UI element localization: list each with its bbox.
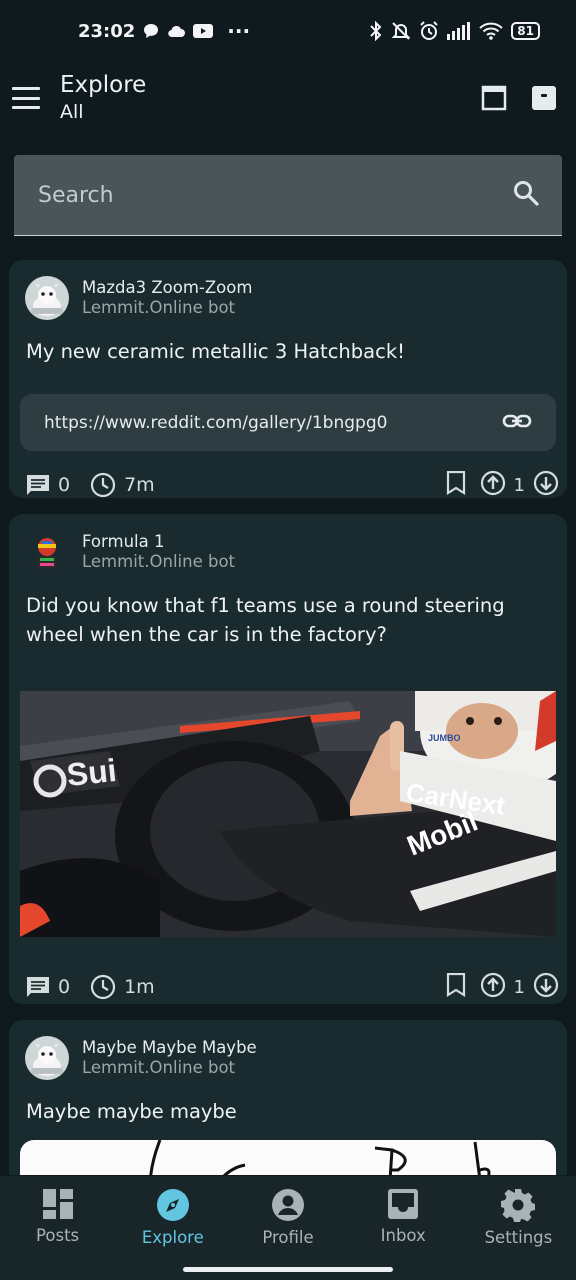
comment-count: 0 (58, 976, 71, 998)
search-input[interactable] (38, 182, 512, 208)
profile-icon (272, 1189, 304, 1221)
bookmark-icon[interactable] (446, 470, 466, 499)
post-link[interactable]: https://www.reddit.com/gallery/1bngpg0 (20, 394, 556, 451)
search-icon[interactable] (512, 179, 540, 211)
cloud-icon (167, 24, 186, 38)
post-author[interactable]: Lemmit.Online bot (82, 1058, 257, 1078)
community-name[interactable]: Formula 1 (82, 532, 235, 552)
page-title: Explore (60, 72, 147, 98)
view-mode-icon[interactable] (480, 84, 508, 112)
score: 1 (513, 474, 525, 496)
nav-inbox[interactable]: Inbox (346, 1176, 461, 1280)
nav-settings[interactable]: Settings (461, 1176, 576, 1280)
post-age-text: 1m (124, 976, 155, 998)
nav-label: Posts (36, 1226, 80, 1245)
comment-icon (27, 475, 49, 495)
post-feed[interactable]: Mazda3 Zoom-Zoom Lemmit.Online bot My ne… (9, 260, 567, 1175)
nav-label: Profile (262, 1228, 314, 1247)
nav-explore[interactable]: Explore (115, 1176, 230, 1280)
nav-profile[interactable]: Profile (230, 1176, 345, 1280)
downvote-icon[interactable] (533, 972, 559, 1002)
compass-icon (156, 1189, 189, 1221)
nav-label: Settings (484, 1228, 553, 1247)
status-time: 23:02 (78, 20, 136, 42)
community-name[interactable]: Maybe Maybe Maybe (82, 1038, 257, 1058)
alarm-icon (419, 21, 439, 41)
post-card[interactable]: Formula 1 Lemmit.Online bot Did you know… (9, 514, 567, 1004)
clock-icon (90, 974, 116, 1000)
post-author[interactable]: Lemmit.Online bot (82, 298, 252, 318)
wifi-icon (479, 22, 503, 40)
bottom-navigation: Posts Explore Profile Inbox Settings (0, 1176, 576, 1280)
nav-label: Explore (141, 1228, 204, 1247)
community-name[interactable]: Mazda3 Zoom-Zoom (82, 278, 252, 298)
upvote-icon[interactable] (480, 972, 506, 1002)
page-subtitle[interactable]: All (60, 99, 146, 125)
status-more: ··· (227, 19, 251, 43)
gesture-bar[interactable] (183, 1267, 393, 1272)
menu-icon[interactable] (12, 87, 40, 109)
nav-label: Inbox (380, 1226, 426, 1245)
status-bar: 23:02 ··· 81 (0, 0, 576, 62)
score: 1 (513, 976, 525, 998)
community-avatar[interactable] (25, 276, 69, 320)
downvote-icon[interactable] (533, 470, 559, 500)
youtube-icon (193, 24, 214, 38)
comment-count: 0 (58, 474, 71, 496)
helmet-brand-text: JUMBO (428, 733, 461, 743)
post-image[interactable]: Sui CarNext Mobil JUMBO (20, 691, 556, 937)
comments-button[interactable]: 0 (26, 976, 70, 998)
post-age-text: 7m (124, 474, 155, 496)
bookmark-icon[interactable] (446, 972, 466, 1001)
app-bar: Explore All (0, 62, 576, 134)
mute-bell-icon (391, 21, 411, 41)
comments-button[interactable]: 0 (26, 474, 70, 496)
search-field[interactable] (14, 155, 562, 236)
post-title[interactable]: Maybe maybe maybe (9, 1097, 567, 1126)
chat-bubble-icon (143, 23, 159, 39)
gear-icon (501, 1189, 536, 1222)
nav-posts[interactable]: Posts (0, 1176, 115, 1280)
upvote-icon[interactable] (480, 470, 506, 500)
post-title[interactable]: Did you know that f1 teams use a round s… (9, 591, 567, 651)
post-age: 7m (90, 472, 155, 498)
community-avatar[interactable] (25, 1036, 69, 1080)
inbox-icon (388, 1189, 419, 1219)
battery-indicator: 81 (511, 22, 540, 40)
sort-icon[interactable] (530, 84, 558, 112)
post-card[interactable]: Maybe Maybe Maybe Lemmit.Online bot Mayb… (9, 1020, 567, 1175)
post-author[interactable]: Lemmit.Online bot (82, 552, 235, 572)
posts-icon (42, 1189, 73, 1219)
comment-icon (27, 977, 49, 997)
community-avatar[interactable] (25, 530, 69, 574)
bluetooth-icon (369, 21, 383, 41)
post-title[interactable]: My new ceramic metallic 3 Hatchback! (9, 337, 567, 380)
signal-icon (447, 22, 471, 40)
link-icon (502, 412, 532, 434)
clock-icon (90, 472, 116, 498)
post-age: 1m (90, 974, 155, 1000)
sponsor-logo-text: Sui (65, 752, 118, 793)
post-card[interactable]: Mazda3 Zoom-Zoom Lemmit.Online bot My ne… (9, 260, 567, 498)
post-image[interactable] (20, 1140, 556, 1175)
post-link-url: https://www.reddit.com/gallery/1bngpg0 (44, 412, 388, 433)
